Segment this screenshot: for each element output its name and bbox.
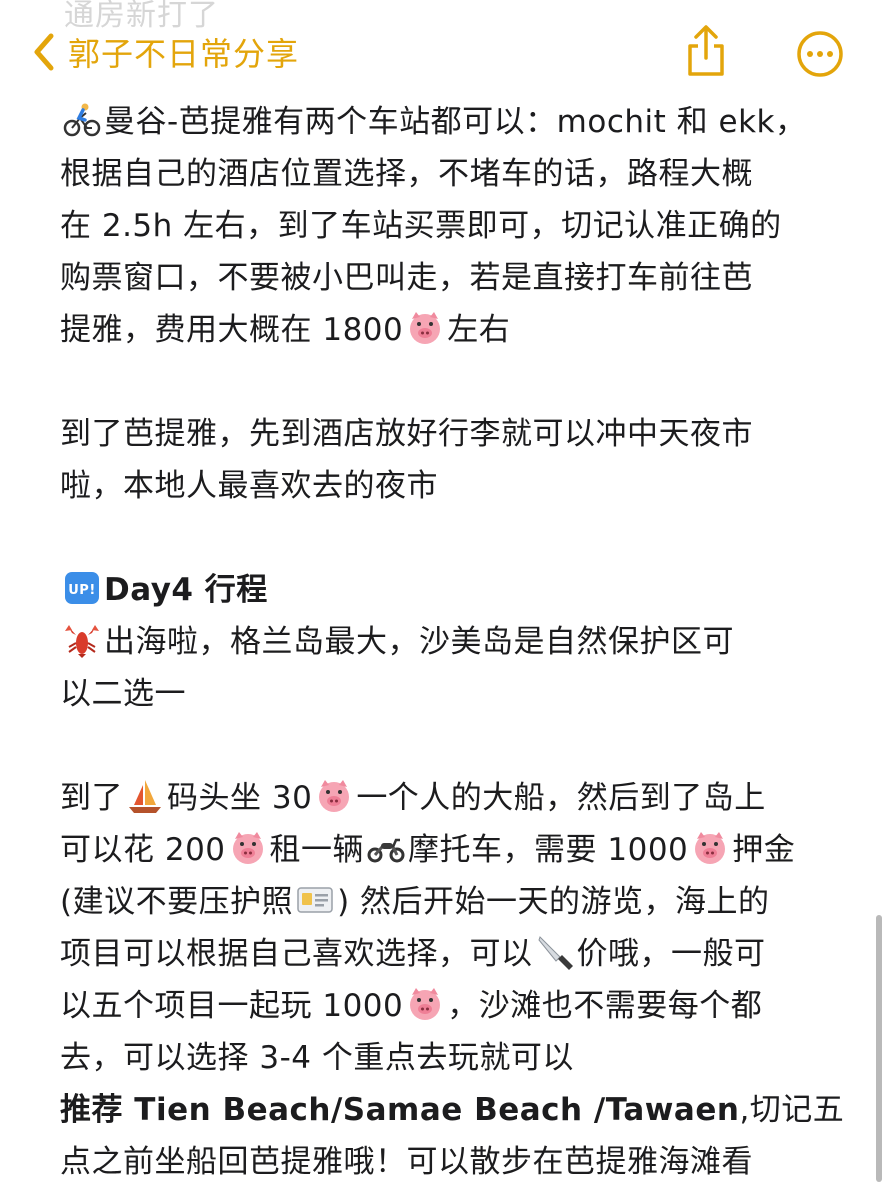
note-line: 提雅，费用大概在 1800 左右	[60, 304, 850, 356]
knife-icon	[536, 933, 574, 971]
id-card-icon	[296, 881, 334, 919]
scrollbar[interactable]	[876, 915, 882, 1182]
motorcycle-icon	[367, 829, 405, 867]
lobster-icon	[63, 621, 101, 659]
note-line: 到了芭提雅，先到酒店放好行李就可以冲中天夜市	[60, 416, 753, 452]
note-line: (建议不要压护照) 然后开始一天的游览，海上的	[60, 876, 850, 928]
pig-icon	[691, 829, 729, 867]
day4-heading: UP! Day4 行程	[60, 564, 850, 616]
pig-icon	[229, 829, 267, 867]
note-line: 可以花 200 租一辆 摩托车，需要 1000 押金	[60, 824, 850, 876]
pig-icon	[406, 985, 444, 1023]
pig-icon	[315, 777, 353, 815]
back-button[interactable]: 郭子不日常分享	[24, 28, 299, 76]
note-line: 出海啦，格兰岛最大，沙美岛是自然保护区可	[60, 616, 850, 668]
nav-bar: 通房新打了 郭子不日常分享	[0, 0, 887, 100]
pig-icon	[406, 309, 444, 347]
cyclist-icon	[63, 101, 101, 139]
share-icon	[688, 25, 724, 76]
note-line: 推荐 Tien Beach/Samae Beach /Tawaen,切记五	[60, 1092, 845, 1128]
note-line: 购票窗口，不要被小巴叫走，若是直接打车前往芭	[60, 260, 753, 296]
note-line: 以五个项目一起玩 1000 ，沙滩也不需要每个都	[60, 980, 850, 1032]
note-line: 根据自己的酒店位置选择，不堵车的话，路程大概	[60, 156, 753, 192]
note-line: 项目可以根据自己喜欢选择，可以 价哦，一般可	[60, 928, 850, 980]
recommendation-bold: 推荐 Tien Beach/Samae Beach /Tawaen	[60, 1092, 740, 1128]
note-line: 点之前坐船回芭提雅哦！可以散步在芭提雅海滩看	[60, 1144, 753, 1180]
sailboat-icon	[126, 777, 164, 815]
note-line: 以二选一	[60, 676, 186, 712]
back-label: 郭子不日常分享	[68, 35, 300, 73]
share-button[interactable]	[684, 24, 728, 78]
more-button[interactable]	[796, 30, 844, 78]
note-line: 到了 码头坐 30 一个人的大船，然后到了岛上	[60, 772, 850, 824]
ellipsis-circle-icon	[797, 31, 843, 77]
svg-text:UP!: UP!	[68, 583, 96, 598]
note-body: 曼谷-芭提雅有两个车站都可以：mochit 和 ekk， 根据自己的酒店位置选择…	[60, 96, 850, 1188]
chevron-left-icon	[24, 28, 64, 76]
note-line: 曼谷-芭提雅有两个车站都可以：mochit 和 ekk，	[60, 96, 850, 148]
note-line: 去，可以选择 3-4 个重点去玩就可以	[60, 1040, 574, 1076]
up-badge-icon: UP!	[63, 569, 101, 607]
note-line: 在 2.5h 左右，到了车站买票即可，切记认准正确的	[60, 208, 782, 244]
note-line: 啦，本地人最喜欢去的夜市	[60, 468, 438, 504]
